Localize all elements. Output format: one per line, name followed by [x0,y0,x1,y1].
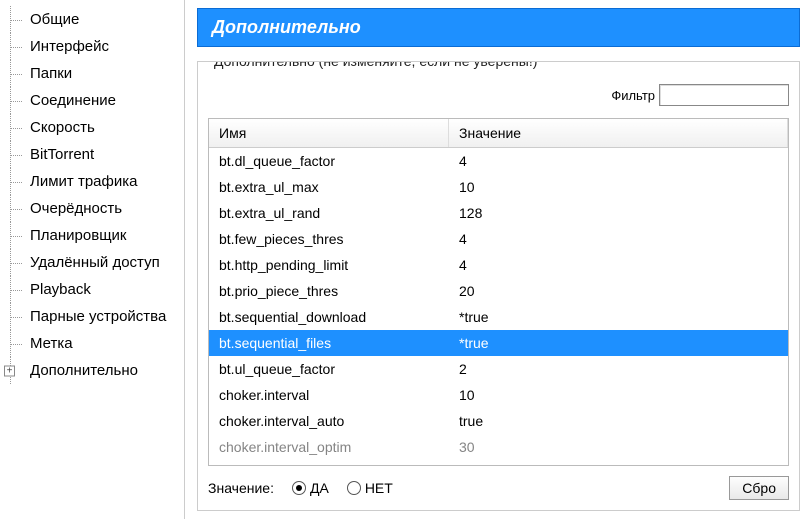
cell-value: 4 [449,150,788,172]
sidebar-item-remote-access[interactable]: Удалённый доступ [8,249,184,276]
cell-name: choker.interval_auto [209,410,449,432]
table-header: Имя Значение [209,119,788,148]
cell-value: *true [449,306,788,328]
table-row[interactable]: bt.extra_ul_max10 [209,174,788,200]
sidebar-item-interface[interactable]: Интерфейс [8,33,184,60]
sidebar-item-folders[interactable]: Папки [8,60,184,87]
table-row[interactable]: bt.ul_queue_factor2 [209,356,788,382]
sidebar-item-connection[interactable]: Соединение [8,87,184,114]
table-row[interactable]: bt.few_pieces_thres4 [209,226,788,252]
filter-label: Фильтр [611,88,655,103]
cell-name: bt.dl_queue_factor [209,150,449,172]
cell-name: bt.prio_piece_thres [209,280,449,302]
table-row[interactable]: bt.sequential_download*true [209,304,788,330]
sidebar-item-advanced[interactable]: + Дополнительно [8,357,184,384]
cell-value: 30 [449,436,788,458]
table-row[interactable]: bt.dl_queue_factor4 [209,148,788,174]
cell-value: 20 [449,280,788,302]
cell-name: bt.sequential_files [209,332,449,354]
radio-no[interactable]: НЕТ [347,480,393,496]
column-value[interactable]: Значение [449,119,788,147]
sidebar-item-general[interactable]: Общие [8,6,184,33]
sidebar-item-queueing[interactable]: Очерёдность [8,195,184,222]
radio-yes[interactable]: ДА [292,480,329,496]
page-title: Дополнительно [197,8,800,47]
cell-name: bt.few_pieces_thres [209,228,449,250]
column-name[interactable]: Имя [209,119,449,147]
cell-value: 128 [449,202,788,224]
cell-value: 10 [449,176,788,198]
cell-name: bt.extra_ul_rand [209,202,449,224]
cell-value: 4 [449,254,788,276]
cell-value: *true [449,332,788,354]
table-row[interactable]: bt.extra_ul_rand128 [209,200,788,226]
advanced-group: Дополнительно (не изменяйте, если не уве… [197,61,800,511]
reset-button[interactable]: Сбро [729,476,789,500]
filter-input[interactable] [659,84,789,106]
cell-value: true [449,410,788,432]
table-row[interactable]: bt.sequential_files*true [209,330,788,356]
main-panel: Дополнительно Дополнительно (не изменяйт… [185,0,800,519]
value-label: Значение: [208,480,274,496]
table-row[interactable]: choker.interval_autotrue [209,408,788,434]
sidebar-item-scheduler[interactable]: Планировщик [8,222,184,249]
cell-value: 10 [449,384,788,406]
radio-dot-icon [292,481,306,495]
group-caption: Дополнительно (не изменяйте, если не уве… [210,61,541,69]
cell-name: choker.interval [209,384,449,406]
cell-name: bt.ul_queue_factor [209,358,449,380]
cell-name: choker.interval_optim [209,436,449,458]
settings-table: Имя Значение bt.dl_queue_factor4bt.extra… [208,118,789,466]
cell-value: 2 [449,358,788,380]
table-row[interactable]: bt.http_pending_limit4 [209,252,788,278]
sidebar-item-label[interactable]: Метка [8,330,184,357]
cell-value: 4 [449,228,788,250]
sidebar-item-speed[interactable]: Скорость [8,114,184,141]
table-row[interactable]: choker.interval10 [209,382,788,408]
cell-name: bt.sequential_download [209,306,449,328]
settings-sidebar: Общие Интерфейс Папки Соединение Скорост… [0,0,185,519]
radio-dot-icon [347,481,361,495]
sidebar-item-traffic-limit[interactable]: Лимит трафика [8,168,184,195]
sidebar-item-paired-devices[interactable]: Парные устройства [8,303,184,330]
cell-name: bt.http_pending_limit [209,254,449,276]
value-editor: Значение: ДА НЕТ Сбро [208,476,789,500]
table-row[interactable]: choker.interval_optim30 [209,434,788,460]
cell-name: bt.extra_ul_max [209,176,449,198]
sidebar-item-bittorrent[interactable]: BitTorrent [8,141,184,168]
expand-icon[interactable]: + [4,365,15,376]
sidebar-item-playback[interactable]: Playback [8,276,184,303]
table-row[interactable]: bt.prio_piece_thres20 [209,278,788,304]
